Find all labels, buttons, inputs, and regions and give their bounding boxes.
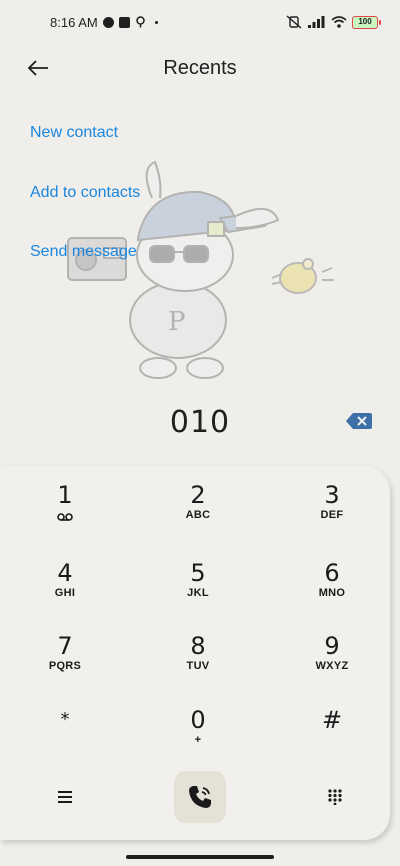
signal-icon [308, 16, 325, 28]
wifi-icon [331, 16, 347, 28]
key-letters: PQRS [48, 660, 82, 672]
notification-app-icon [102, 16, 114, 28]
key-digit: # [321, 706, 343, 734]
key-letters: GHI [54, 587, 76, 599]
key-digit: 9 [324, 632, 340, 660]
dialpad: 1 2 ABC 3 DEF 4 GHI 5 JKL 6 MNO 7 PQRS 8… [0, 466, 390, 840]
dialpad-grid-icon [328, 789, 342, 805]
more-notifications-dot-icon [154, 20, 158, 24]
status-time: 8:16 AM [50, 14, 98, 30]
phone-call-icon [189, 786, 211, 808]
key-digit: 3 [324, 481, 340, 509]
key-star[interactable]: * [15, 707, 115, 763]
vibrate-mute-icon [286, 15, 302, 29]
voicemail-icon [57, 513, 73, 521]
dialpad-toggle-button[interactable] [313, 775, 357, 819]
key-8[interactable]: 8 TUV [148, 633, 248, 689]
key-2[interactable]: 2 ABC [148, 482, 248, 538]
key-letters: TUV [186, 660, 210, 672]
new-contact-link[interactable]: New contact [30, 124, 118, 142]
status-bar: 8:16 AM 100 [0, 0, 400, 44]
location-pin-icon [135, 16, 145, 28]
key-0[interactable]: 0 + [148, 707, 248, 763]
battery-indicator: 100 [352, 15, 381, 29]
key-digit: 6 [324, 559, 340, 587]
key-hash[interactable]: # [282, 707, 382, 763]
key-digit: 8 [190, 632, 206, 660]
backspace-button[interactable] [346, 412, 372, 430]
key-letters: MNO [318, 587, 346, 599]
key-letters: + [194, 734, 202, 746]
notification-square-icon [118, 16, 130, 28]
key-letters: ABC [185, 509, 211, 521]
key-letters: WXYZ [315, 660, 349, 672]
dialed-number: 010 [169, 405, 231, 440]
key-digit: 4 [57, 559, 73, 587]
key-digit: 7 [57, 632, 73, 660]
key-9[interactable]: 9 WXYZ [282, 633, 382, 689]
key-letters: DEF [320, 509, 344, 521]
menu-button[interactable] [43, 775, 87, 819]
home-indicator[interactable] [126, 855, 274, 859]
key-1[interactable]: 1 [15, 482, 115, 538]
send-message-link[interactable]: Send message [30, 243, 137, 261]
key-digit: 0 [190, 706, 206, 734]
key-digit: 2 [190, 481, 206, 509]
status-right: 100 [285, 15, 381, 29]
menu-icon [58, 791, 72, 803]
page-title: Recents [163, 57, 237, 79]
backspace-icon [346, 413, 372, 429]
key-6[interactable]: 6 MNO [282, 560, 382, 616]
key-3[interactable]: 3 DEF [282, 482, 382, 538]
header: Recents [0, 48, 400, 88]
key-digit: * [60, 709, 70, 730]
key-4[interactable]: 4 GHI [15, 560, 115, 616]
call-button[interactable] [174, 771, 226, 823]
svg-text:P: P [168, 307, 186, 337]
key-letters: JKL [187, 587, 209, 599]
key-5[interactable]: 5 JKL [148, 560, 248, 616]
add-to-contacts-link[interactable]: Add to contacts [30, 184, 140, 202]
status-left: 8:16 AM [50, 15, 158, 30]
key-7[interactable]: 7 PQRS [15, 633, 115, 689]
key-digit: 1 [57, 481, 73, 509]
key-digit: 5 [190, 559, 206, 587]
